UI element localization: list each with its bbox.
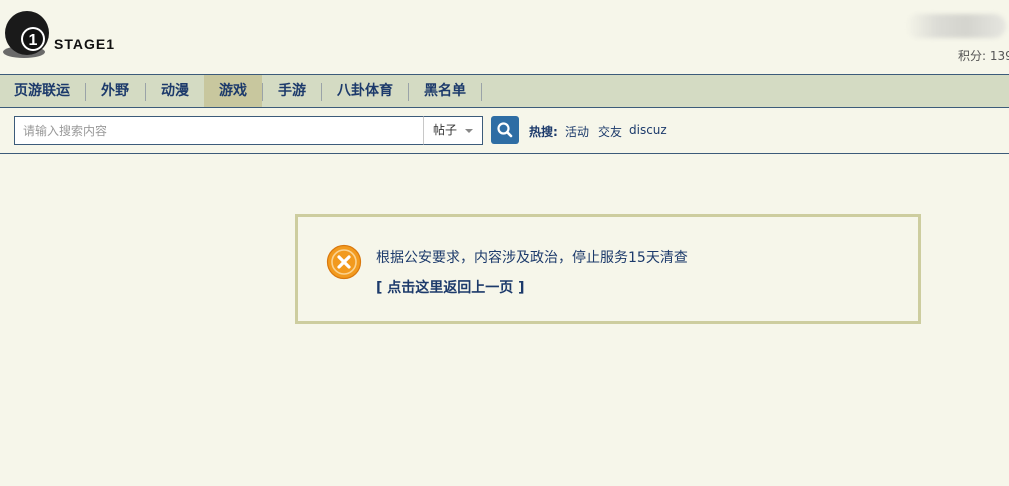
back-link[interactable]: [ 点击这里返回上一页 ] [376, 277, 525, 297]
nav-item-anime[interactable]: 动漫 [152, 75, 198, 107]
nav-item-outfield[interactable]: 外野 [92, 75, 138, 107]
search-type-value: 帖子 [433, 123, 458, 137]
hot-search-link[interactable]: 活动 [565, 123, 589, 140]
nav-item-blacklist[interactable]: 黑名单 [416, 75, 474, 107]
hot-search-link[interactable]: discuz [629, 123, 667, 137]
nav-item-gossip-sports[interactable]: 八卦体育 [330, 75, 400, 107]
nav-divider [321, 83, 322, 101]
nav-divider [481, 83, 482, 101]
logo-icon: 1 [3, 11, 49, 58]
alert-message-box: 根据公安要求，内容涉及政治，停止服务15天清查 [ 点击这里返回上一页 ] [295, 214, 921, 324]
nav-divider [262, 83, 263, 101]
user-avatar-blurred[interactable] [906, 14, 1006, 38]
header: 1 STAGE1 积分: 139 [0, 0, 1009, 74]
alert-message-text: 根据公安要求，内容涉及政治，停止服务15天清查 [376, 250, 688, 266]
nav-item-mobile-games[interactable]: 手游 [269, 75, 315, 107]
nav-divider [145, 83, 146, 101]
hot-search-link[interactable]: 交友 [598, 123, 622, 140]
search-icon [497, 122, 513, 138]
nav-divider [85, 83, 86, 101]
logo-text: STAGE1 [54, 36, 115, 52]
svg-text:1: 1 [29, 32, 38, 49]
site-logo[interactable]: 1 [2, 8, 50, 60]
chevron-down-icon [465, 129, 473, 133]
nav-divider [408, 83, 409, 101]
nav-item-games[interactable]: 游戏 [204, 75, 262, 107]
search-input[interactable] [14, 116, 423, 145]
nav-item-webgames[interactable]: 页游联运 [6, 75, 78, 107]
main-nav: 页游联运 外野 动漫 游戏 手游 八卦体育 黑名单 [0, 74, 1009, 108]
hot-search-label: 热搜: [529, 125, 558, 139]
user-credits: 积分: 139 [958, 49, 1009, 63]
error-icon [326, 244, 362, 280]
search-bar: 帖子 热搜: 活动 交友 discuz [0, 108, 1009, 154]
search-type-select[interactable]: 帖子 [423, 116, 483, 145]
search-button[interactable] [491, 116, 519, 144]
